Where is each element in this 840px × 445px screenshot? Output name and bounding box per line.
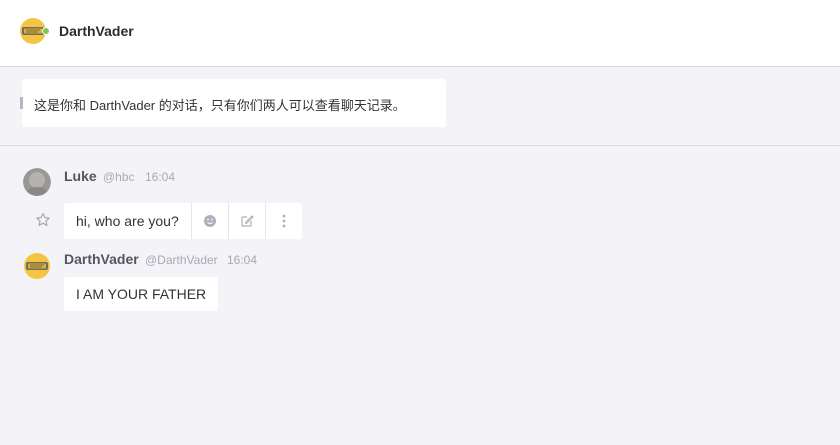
header-avatar[interactable]: [19, 17, 50, 45]
message-handle: @hbc: [103, 170, 135, 184]
message-text: I AM YOUR FATHER: [64, 277, 219, 311]
edit-message-button[interactable]: [228, 203, 265, 239]
star-icon[interactable]: [35, 212, 51, 228]
chat-header: DarthVader: [0, 0, 840, 67]
message-bubble-hovered[interactable]: hi, who are you?: [64, 203, 302, 239]
conversation-notice: 这是你和 DarthVader 的对话，只有你们两人可以查看聊天记录。: [20, 79, 446, 127]
message-time: 16:04: [227, 253, 258, 267]
message-sender[interactable]: Luke: [64, 168, 97, 184]
chat-title: DarthVader: [59, 23, 134, 39]
more-options-button[interactable]: [265, 203, 302, 239]
more-vertical-icon: [282, 214, 286, 228]
divider: [0, 145, 840, 146]
notice-text: 这是你和 DarthVader 的对话，只有你们两人可以查看聊天记录。: [34, 98, 406, 113]
notice-accent-bar: [20, 97, 23, 109]
darthvader-avatar-icon: [24, 253, 50, 279]
message-sender[interactable]: DarthVader: [64, 251, 139, 267]
luke-avatar[interactable]: [23, 168, 51, 196]
user-avatar-icon: [23, 168, 51, 196]
message-text: hi, who are you?: [64, 204, 191, 238]
edit-icon: [241, 215, 254, 227]
online-status-indicator: [42, 27, 50, 35]
darthvader-message-avatar[interactable]: [23, 252, 51, 280]
emoji-icon: [204, 215, 216, 227]
message-time: 16:04: [145, 170, 176, 184]
message-handle: @DarthVader: [145, 253, 218, 267]
emoji-reaction-button[interactable]: [191, 203, 228, 239]
